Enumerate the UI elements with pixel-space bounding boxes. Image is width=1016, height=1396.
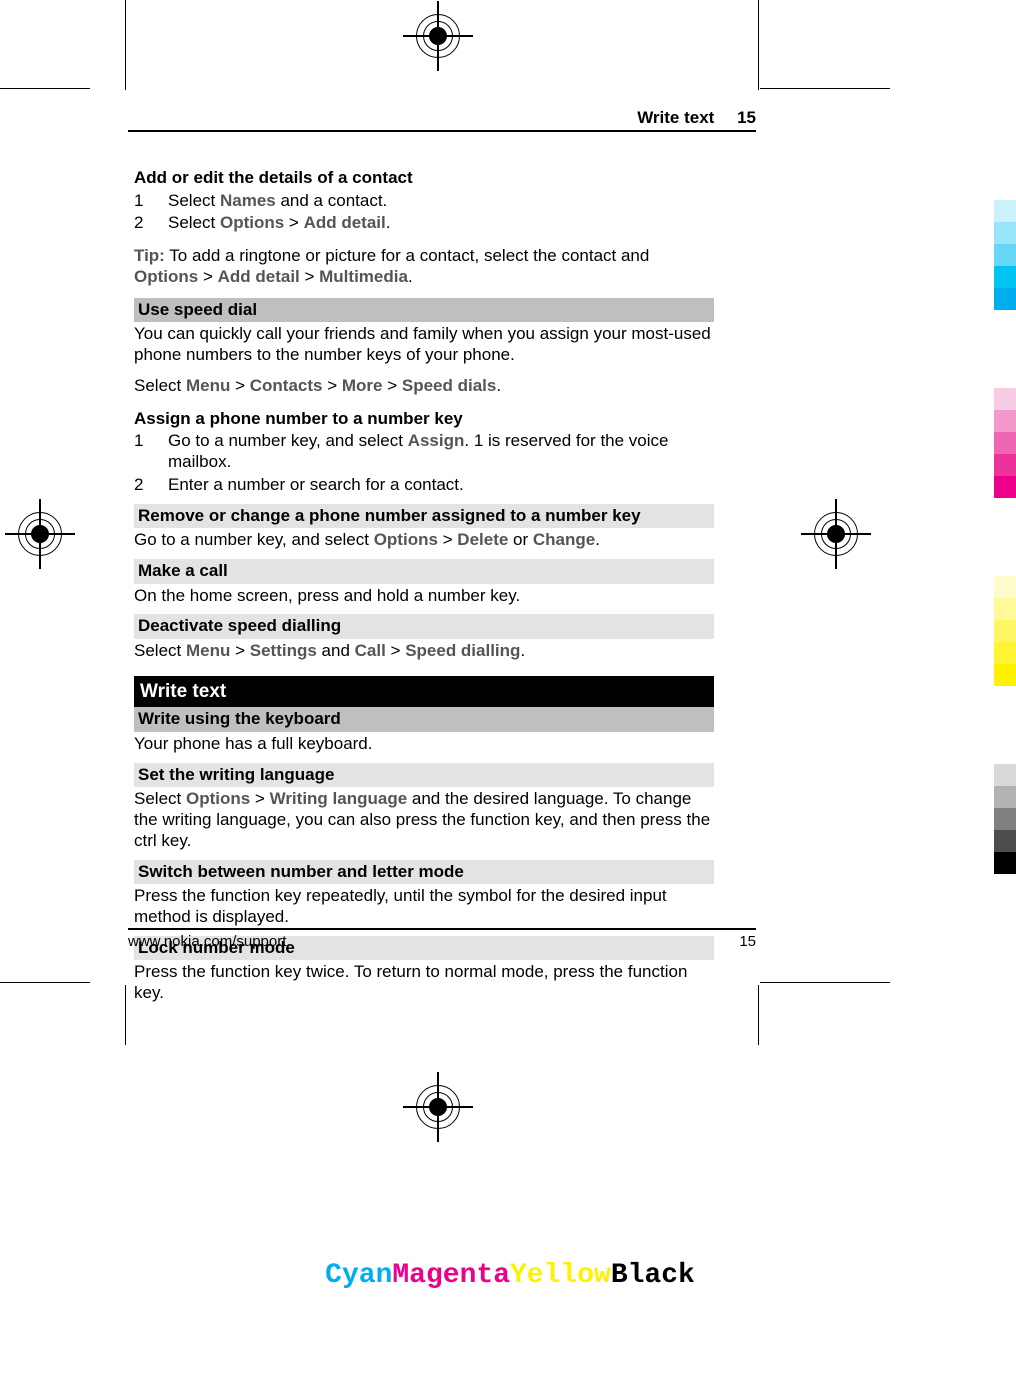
registration-mark-left-icon bbox=[18, 512, 62, 556]
footer-rule bbox=[128, 928, 756, 930]
magenta-label: Magenta bbox=[392, 1260, 510, 1291]
paragraph: On the home screen, press and hold a num… bbox=[134, 586, 714, 607]
crop-mark-icon bbox=[760, 88, 890, 89]
crop-mark-icon bbox=[125, 0, 126, 90]
list-item: 1Select Names and a contact. bbox=[134, 191, 714, 212]
list-item: 2Select Options > Add detail. bbox=[134, 213, 714, 234]
header-page: 15 bbox=[737, 108, 756, 127]
crop-mark-icon bbox=[760, 982, 890, 983]
heading-set-language: Set the writing language bbox=[134, 763, 714, 788]
paragraph: You can quickly call your friends and fa… bbox=[134, 324, 714, 365]
crop-mark-icon bbox=[0, 982, 90, 983]
registration-mark-bottom-icon bbox=[416, 1085, 460, 1129]
footer-url: www.nokia.com/support bbox=[128, 933, 286, 950]
heading-write-keyboard: Write using the keyboard bbox=[134, 707, 714, 732]
section-add-edit: Add or edit the details of a contact 1Se… bbox=[134, 168, 714, 234]
footer-page: 15 bbox=[739, 933, 756, 950]
crop-mark-icon bbox=[0, 88, 90, 89]
registration-mark-top-icon bbox=[416, 14, 460, 58]
black-label: Black bbox=[611, 1260, 695, 1291]
heading-switch-mode: Switch between number and letter mode bbox=[134, 860, 714, 885]
header-title: Write text bbox=[637, 108, 714, 127]
paragraph: Select Menu > Contacts > More > Speed di… bbox=[134, 376, 714, 397]
tip: Tip: To add a ringtone or picture for a … bbox=[134, 246, 714, 287]
paragraph: Go to a number key, and select Options >… bbox=[134, 530, 714, 551]
paragraph: Press the function key twice. To return … bbox=[134, 962, 714, 1003]
heading: Add or edit the details of a contact bbox=[134, 168, 714, 189]
heading-deactivate: Deactivate speed dialling bbox=[134, 614, 714, 639]
heading-speed-dial: Use speed dial bbox=[134, 298, 714, 323]
list-item: 2Enter a number or search for a contact. bbox=[134, 475, 714, 496]
heading-make-call: Make a call bbox=[134, 559, 714, 584]
paragraph: Press the function key repeatedly, until… bbox=[134, 886, 714, 927]
crop-mark-icon bbox=[758, 985, 759, 1045]
crop-mark-icon bbox=[125, 985, 126, 1045]
section-heading-write-text: Write text bbox=[134, 676, 714, 707]
color-bar-cyan-icon bbox=[994, 200, 1016, 310]
color-bar-yellow-icon bbox=[994, 576, 1016, 686]
page-header: Write text 15 bbox=[128, 108, 756, 128]
heading-assign: Assign a phone number to a number key bbox=[134, 409, 714, 430]
yellow-label: Yellow bbox=[510, 1260, 611, 1291]
crop-mark-icon bbox=[758, 0, 759, 90]
paragraph: Select Menu > Settings and Call > Speed … bbox=[134, 641, 714, 662]
color-bar-black-icon bbox=[994, 764, 1016, 874]
paragraph: Select Options > Writing language and th… bbox=[134, 789, 714, 851]
cyan-label: Cyan bbox=[325, 1260, 392, 1291]
heading-remove: Remove or change a phone number assigned… bbox=[134, 504, 714, 529]
color-bar-magenta-icon bbox=[994, 388, 1016, 498]
header-rule bbox=[128, 130, 756, 132]
page-content: Add or edit the details of a contact 1Se… bbox=[134, 168, 714, 1004]
page-footer: www.nokia.com/support 15 bbox=[128, 933, 756, 950]
list-item: 1Go to a number key, and select Assign. … bbox=[134, 431, 714, 472]
paragraph: Your phone has a full keyboard. bbox=[134, 734, 714, 755]
cmyk-label: CyanMagentaYellowBlack bbox=[260, 1260, 760, 1291]
registration-mark-right-icon bbox=[814, 512, 858, 556]
